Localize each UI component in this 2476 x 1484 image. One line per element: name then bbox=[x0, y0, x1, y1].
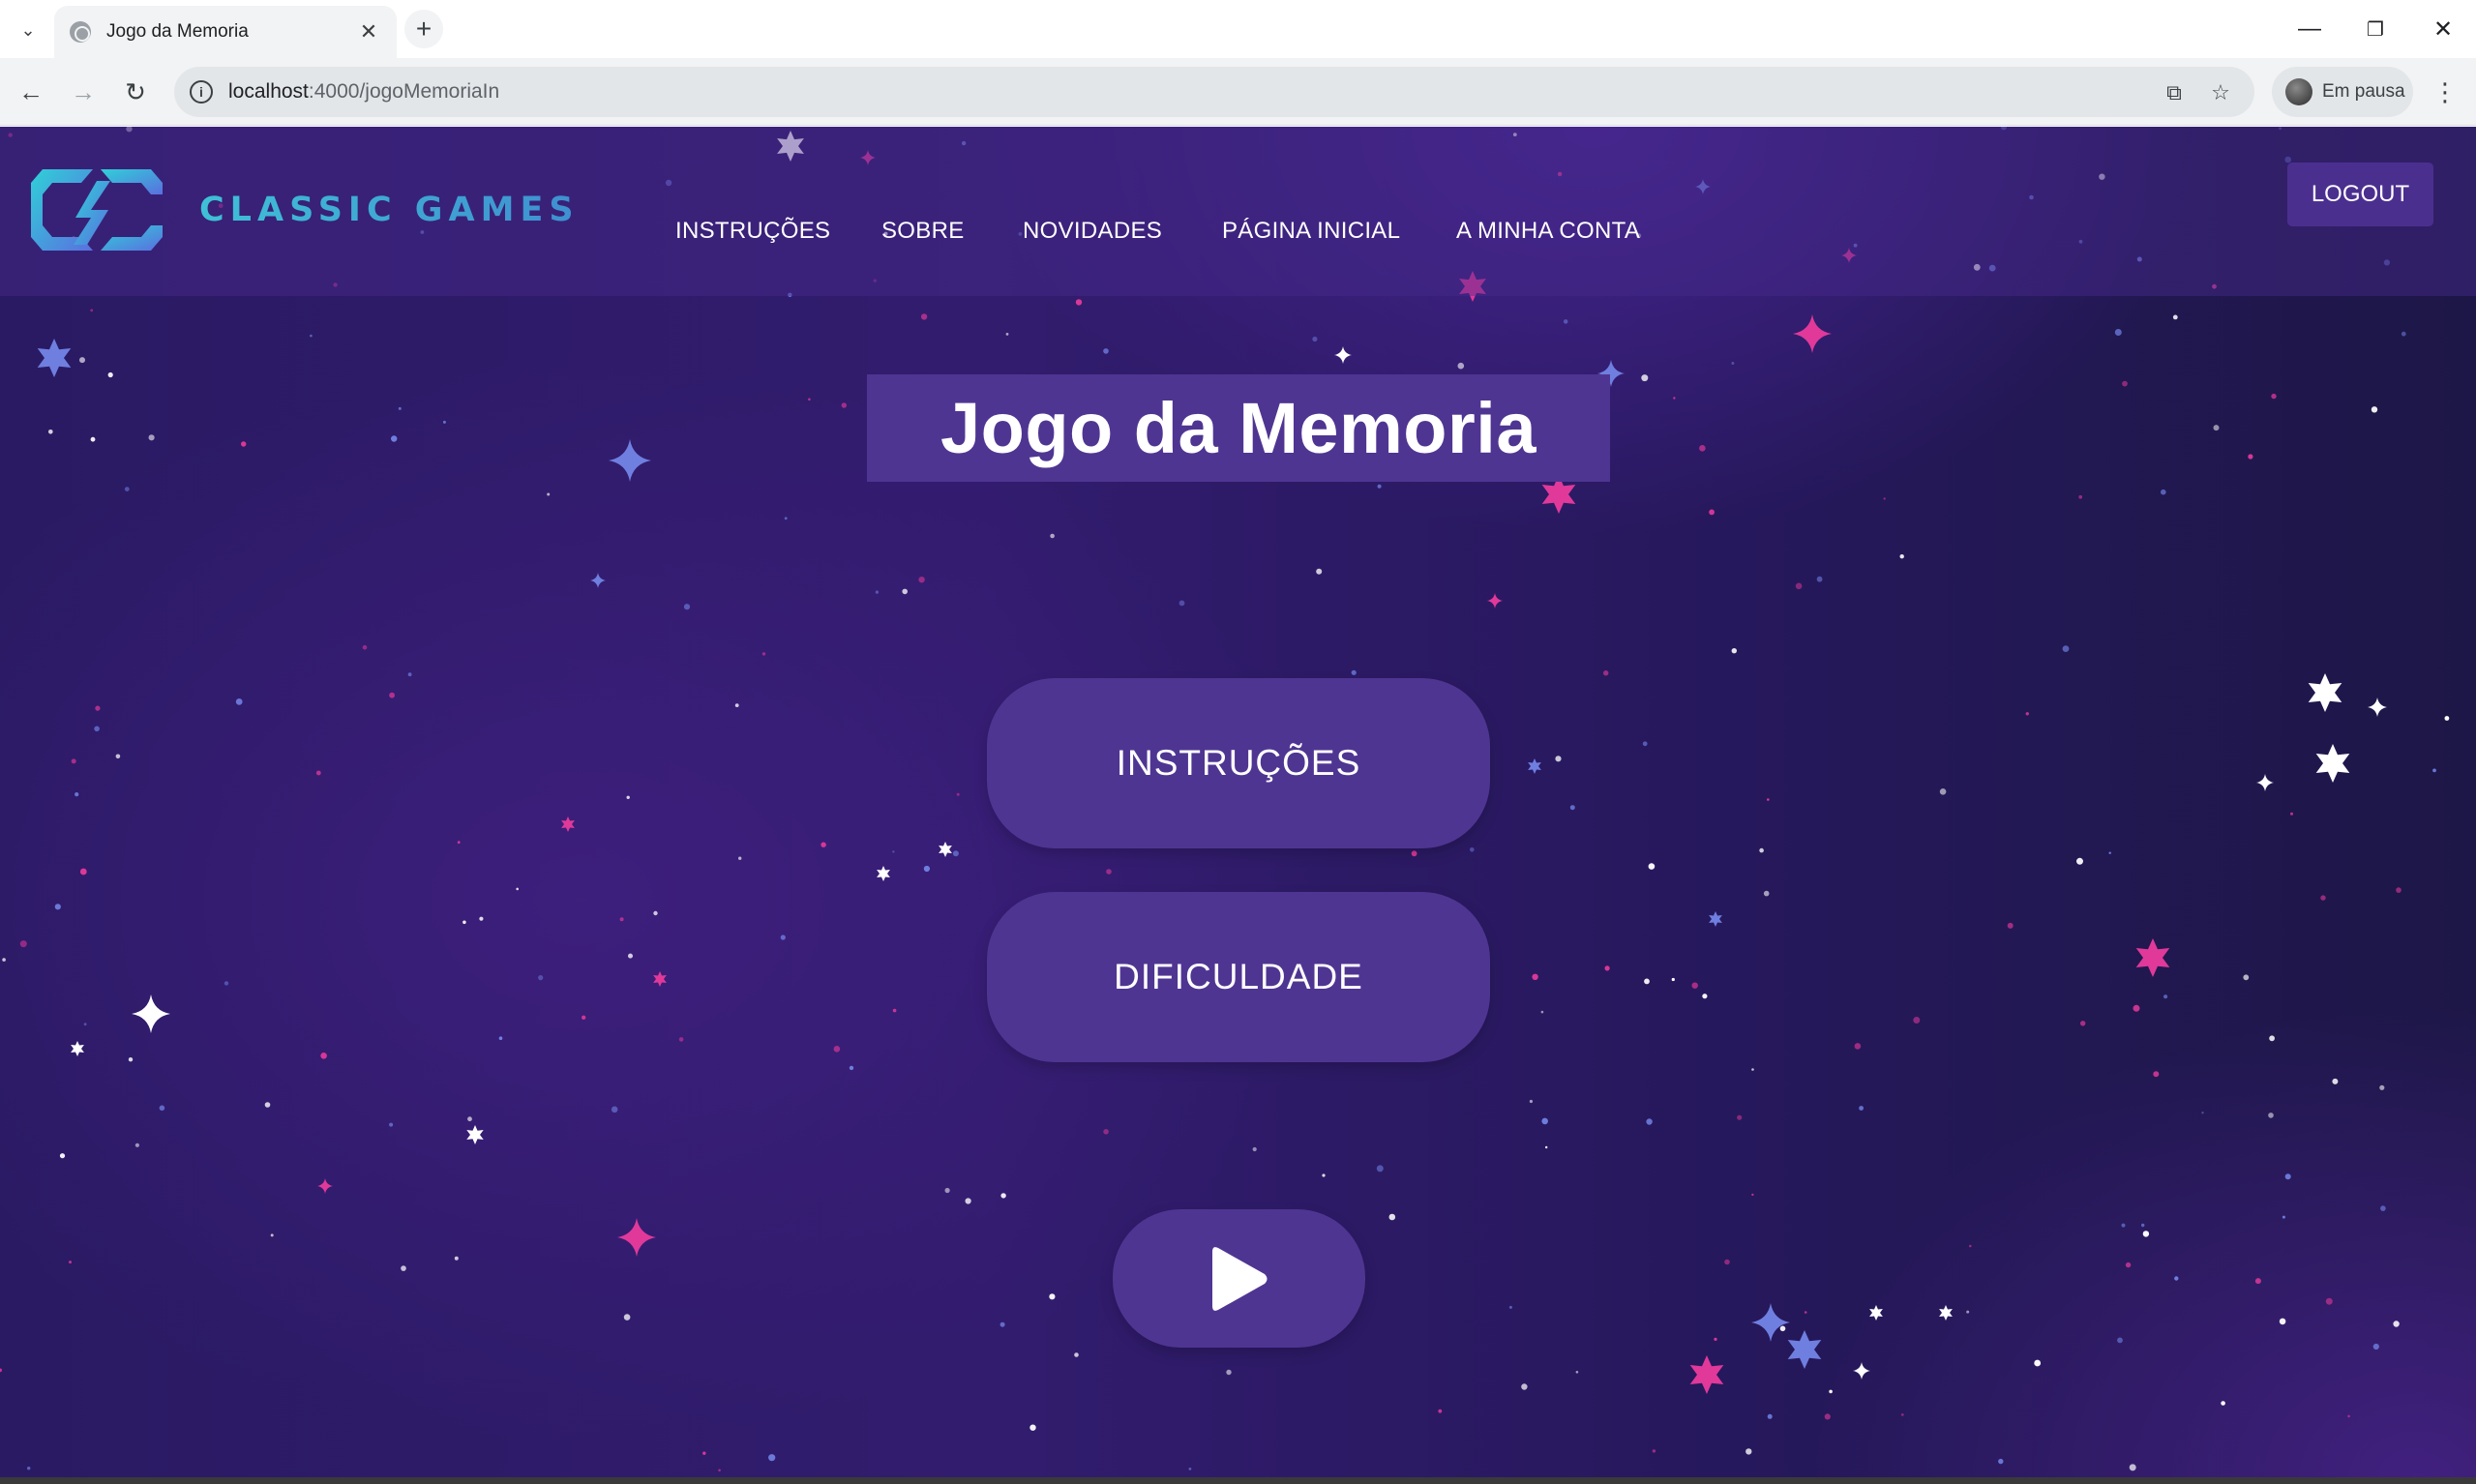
bookmark-star-icon[interactable]: ☆ bbox=[2206, 78, 2235, 107]
avatar bbox=[2285, 78, 2312, 105]
reload-icon[interactable]: ↻ bbox=[116, 73, 155, 111]
browser-tab[interactable]: Jogo da Memoria ✕ bbox=[54, 6, 397, 58]
nav-a-minha-conta[interactable]: A MINHA CONTA bbox=[1456, 218, 1640, 245]
nav-novidades[interactable]: NOVIDADES bbox=[1023, 218, 1162, 245]
forward-icon[interactable]: → bbox=[64, 73, 103, 111]
back-icon[interactable]: ← bbox=[12, 73, 50, 111]
url-text[interactable]: localhost:4000/jogoMemoriaIn bbox=[228, 80, 499, 104]
site-navbar: CLASSIC GAMES INSTRUÇÕES SOBRE NOVIDADES… bbox=[0, 127, 2476, 296]
instructions-button[interactable]: INSTRUÇÕES bbox=[987, 678, 1490, 848]
tab-title: Jogo da Memoria bbox=[106, 21, 249, 42]
brand-name[interactable]: CLASSIC GAMES bbox=[199, 191, 580, 229]
nav-instrucoes[interactable]: INSTRUÇÕES bbox=[675, 218, 830, 245]
play-button[interactable] bbox=[1113, 1209, 1365, 1348]
profile-button[interactable]: Em pausa bbox=[2272, 67, 2413, 117]
browser-tabstrip: ⌄ Jogo da Memoria ✕ + — ❐ ✕ bbox=[0, 0, 2476, 58]
globe-icon bbox=[70, 21, 91, 43]
new-tab-button[interactable]: + bbox=[404, 10, 443, 48]
browser-toolbar: ← → ↻ i localhost:4000/jogoMemoriaIn ⧉ ☆… bbox=[0, 58, 2476, 126]
window-close-icon[interactable]: ✕ bbox=[2417, 8, 2469, 50]
page-title-box: Jogo da Memoria bbox=[867, 374, 1610, 482]
address-bar[interactable]: i localhost:4000/jogoMemoriaIn ⧉ ☆ bbox=[174, 67, 2254, 117]
classic-games-logo-icon[interactable] bbox=[29, 163, 164, 256]
minimize-icon[interactable]: — bbox=[2283, 8, 2336, 50]
play-icon bbox=[1211, 1246, 1267, 1311]
browser-menu-icon[interactable]: ⋮ bbox=[2431, 73, 2460, 111]
page-background: CLASSIC GAMES INSTRUÇÕES SOBRE NOVIDADES… bbox=[0, 127, 2476, 1477]
difficulty-button[interactable]: DIFICULDADE bbox=[987, 892, 1490, 1062]
logout-button[interactable]: LOGOUT bbox=[2287, 163, 2433, 226]
translate-icon[interactable]: ⧉ bbox=[2160, 78, 2189, 107]
nav-pagina-inicial[interactable]: PÁGINA INICIAL bbox=[1222, 218, 1400, 245]
restore-icon[interactable]: ❐ bbox=[2349, 8, 2401, 50]
page-title: Jogo da Memoria bbox=[940, 388, 1537, 468]
tab-close-icon[interactable]: ✕ bbox=[356, 19, 381, 45]
nav-sobre[interactable]: SOBRE bbox=[881, 218, 965, 245]
tab-search-chevron-icon[interactable]: ⌄ bbox=[12, 14, 45, 46]
profile-status: Em pausa bbox=[2322, 81, 2405, 102]
window-bottom-edge bbox=[0, 1477, 2476, 1484]
site-info-icon[interactable]: i bbox=[190, 80, 213, 104]
